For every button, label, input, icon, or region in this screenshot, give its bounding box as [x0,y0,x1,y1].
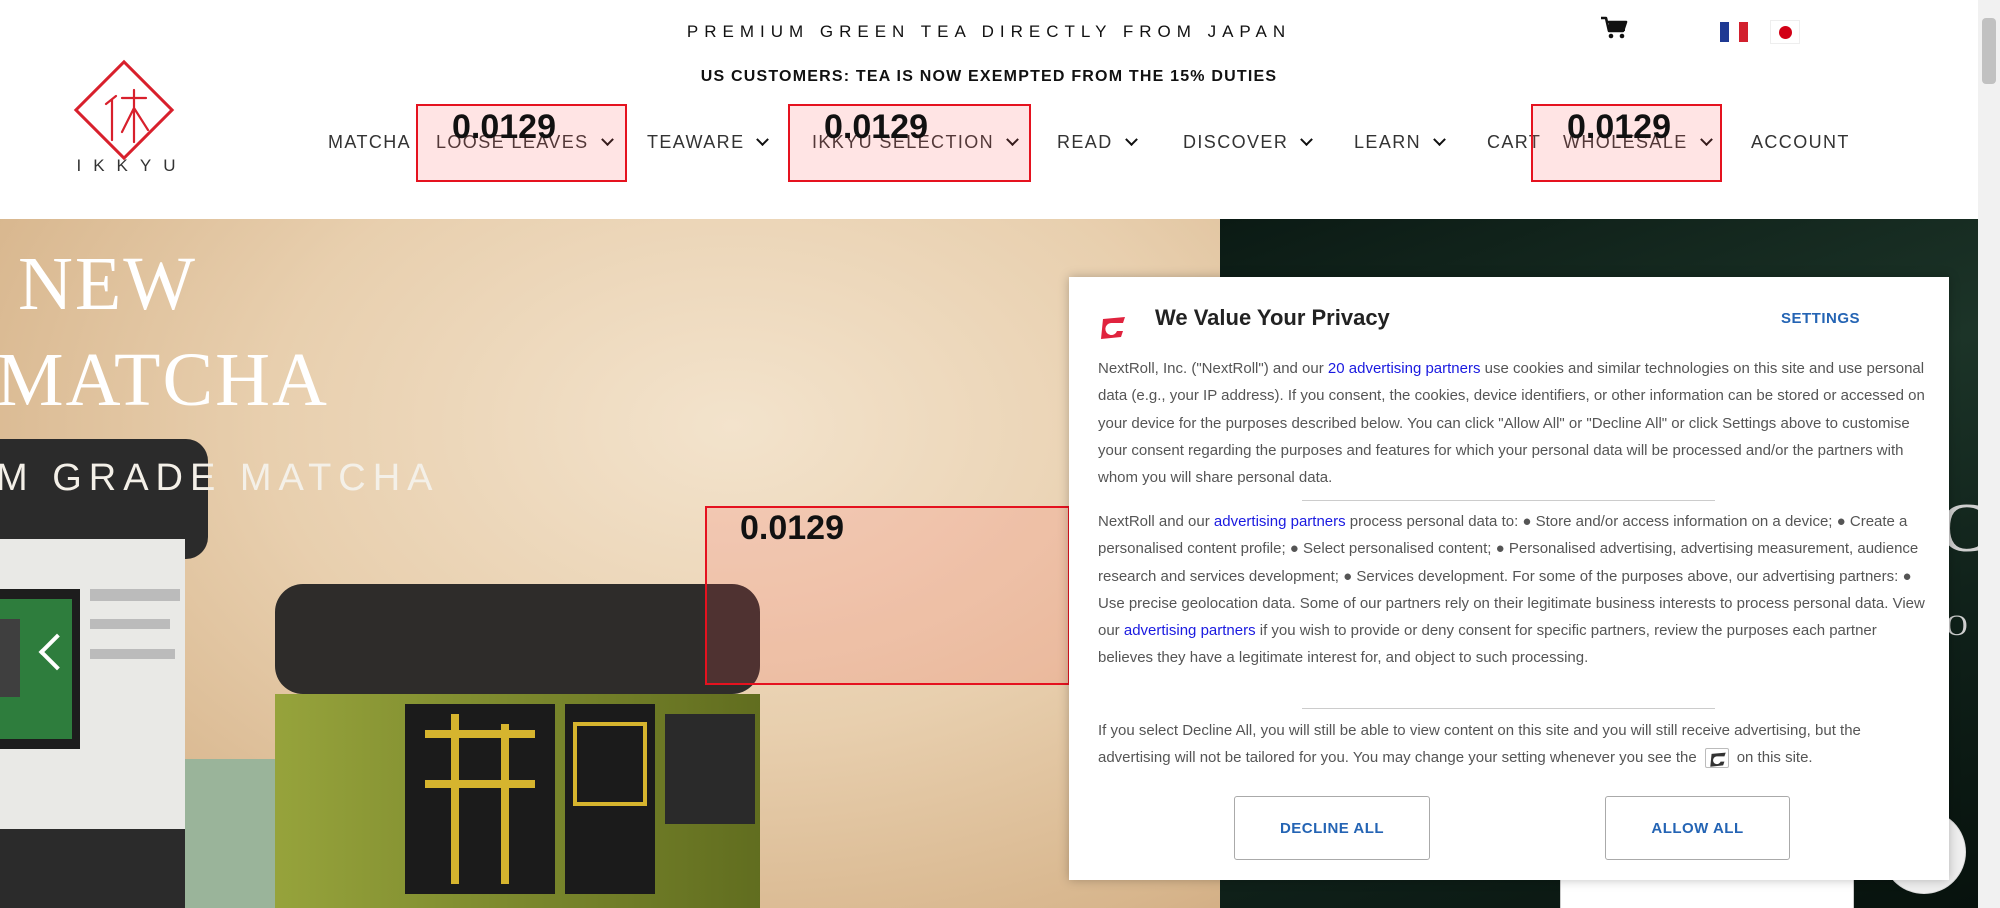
hero-title-line-1: NEW [18,242,198,326]
hero-subtitle: M GRADE MATCHA [0,457,440,499]
japanese-flag-icon[interactable] [1770,20,1800,44]
divider [1302,708,1715,709]
settings-button[interactable]: SETTINGS [1781,310,1860,327]
score-label: 0.0129 [740,509,844,547]
nav-label: ACCOUNT [1751,132,1850,152]
hero-cta-button[interactable] [1560,879,1854,908]
score-label: 0.0129 [824,108,928,146]
cookie-consent-modal: We Value Your Privacy SETTINGS NextRoll,… [1069,277,1949,880]
divider [1302,500,1715,501]
score-label: 0.0129 [452,108,556,146]
allow-all-button[interactable]: ALLOW ALL [1605,796,1790,860]
partners-link[interactable]: 20 advertising partners [1328,360,1481,377]
logo-wordmark[interactable]: IKKYU [70,156,194,176]
nav-label: LEARN [1354,132,1422,152]
matcha-tin-image [275,584,760,908]
scrollbar-thumb[interactable] [1982,18,1996,84]
chevron-down-icon [1433,133,1446,147]
announcement-bar: PREMIUM GREEN TEA DIRECTLY FROM JAPAN [686,22,1292,41]
nav-teaware[interactable]: TEAWARE [647,132,770,153]
hero-title-line-2: MATCHA [0,338,329,422]
nav-label: TEAWARE [647,132,745,152]
paragraph-text: NextRoll, Inc. ("NextRoll") and our [1098,360,1328,377]
nextroll-small-icon [1704,748,1729,769]
paragraph-text: process personal data to: ● Store and/or… [1098,513,1925,640]
score-label: 0.0129 [1567,108,1671,146]
advertising-partners-link[interactable]: advertising partners [1124,622,1256,639]
site-header: PREMIUM GREEN TEA DIRECTLY FROM JAPAN US… [0,0,1978,219]
paragraph-text: on this site. [1736,749,1813,767]
french-flag-icon[interactable] [1720,22,1748,42]
consent-paragraph-1: NextRoll, Inc. ("NextRoll") and our 20 a… [1098,355,1928,491]
advertising-partners-link[interactable]: advertising partners [1214,513,1346,530]
matcha-tin-image [0,439,208,908]
cart-icon[interactable] [1600,16,1628,40]
decline-all-button[interactable]: DECLINE ALL [1234,796,1430,860]
modal-title: We Value Your Privacy [1155,305,1390,330]
nextroll-logo-icon [1101,317,1125,339]
paragraph-text: NextRoll and our [1098,513,1214,530]
paragraph-text: use cookies and similar technologies on … [1098,360,1925,487]
nav-learn[interactable]: LEARN [1354,132,1446,153]
consent-paragraph-3: If you select Decline All, you will stil… [1098,717,1928,772]
consent-paragraph-2: NextRoll and our advertising partners pr… [1098,508,1928,672]
page-scrollbar[interactable] [1978,0,2000,908]
duty-notice: US CUSTOMERS: TEA IS NOW EXEMPTED FROM T… [700,68,1278,85]
nav-label: READ [1057,132,1113,152]
nav-read[interactable]: READ [1057,132,1138,153]
chevron-down-icon [1124,133,1138,147]
chevron-down-icon [756,133,770,147]
nav-label: MATCHA [328,132,412,152]
nav-account[interactable]: ACCOUNT [1751,132,1850,153]
nav-discover[interactable]: DISCOVER [1183,132,1314,153]
nav-label: DISCOVER [1183,132,1289,152]
nav-matcha[interactable]: MATCHA [328,132,411,153]
carousel-prev-tab[interactable] [0,619,20,697]
chevron-down-icon [1300,133,1314,147]
hero-right-text: O [1946,609,1968,642]
